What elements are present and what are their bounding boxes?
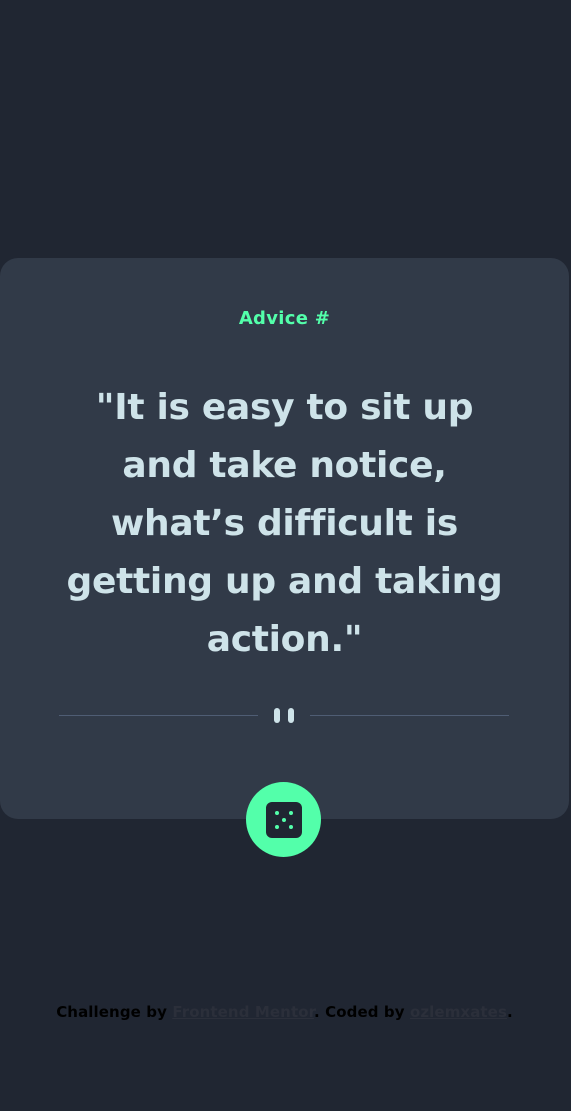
divider-line-left bbox=[59, 715, 258, 716]
divider-line-right bbox=[310, 715, 509, 716]
pause-icon bbox=[274, 708, 294, 723]
author-link[interactable]: ozlemxates bbox=[410, 1003, 507, 1021]
dice-pip bbox=[275, 825, 279, 829]
attribution-middle: . Coded by bbox=[313, 1003, 410, 1021]
dice-pip bbox=[289, 811, 293, 815]
advice-quote: "It is easy to sit up and take notice, w… bbox=[66, 387, 503, 660]
dice-icon bbox=[266, 802, 302, 838]
attribution-footer: Challenge by Frontend Mentor. Coded by o… bbox=[0, 1003, 569, 1021]
attribution-suffix: . bbox=[507, 1003, 513, 1021]
dice-pip bbox=[275, 811, 279, 815]
dice-pip bbox=[282, 818, 286, 822]
attribution-prefix: Challenge by bbox=[56, 1003, 173, 1021]
dice-pip bbox=[289, 825, 293, 829]
advice-number: Advice # bbox=[238, 308, 331, 329]
generate-advice-button[interactable] bbox=[246, 782, 321, 857]
divider bbox=[59, 706, 509, 724]
pause-bar bbox=[288, 708, 294, 723]
advice-card: Advice # "It is easy to sit up and take … bbox=[0, 258, 569, 819]
pause-bar bbox=[274, 708, 280, 723]
frontend-mentor-link[interactable]: Frontend Mentor bbox=[172, 1003, 314, 1021]
